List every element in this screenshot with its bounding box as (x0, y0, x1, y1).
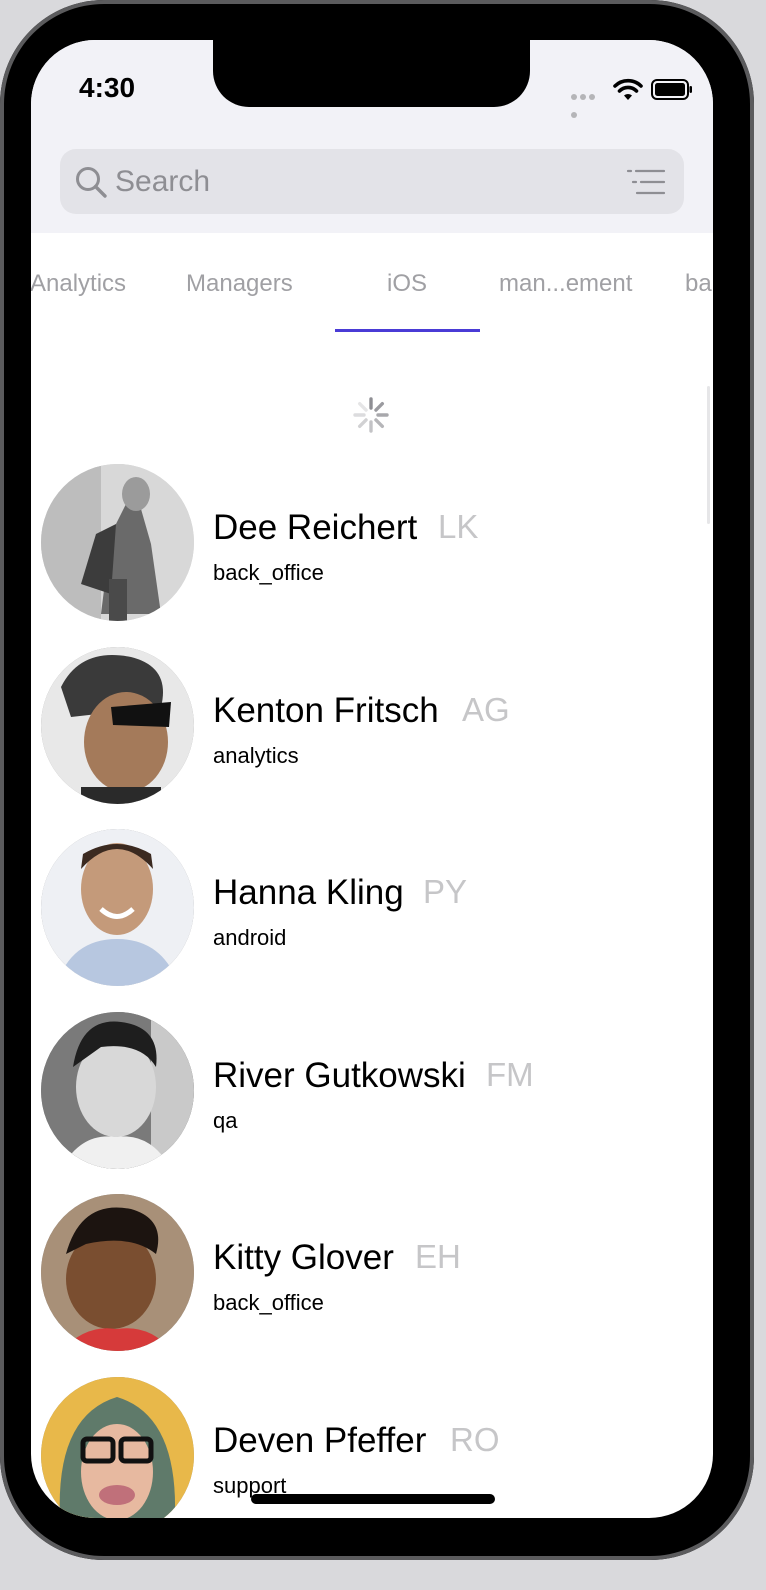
user-name: Hanna Kling (213, 873, 404, 912)
avatar (41, 829, 194, 986)
app-screen: 4:30 Search Analytics Managers iOS man..… (31, 40, 713, 1518)
avatar (41, 1377, 194, 1518)
avatar (41, 647, 194, 804)
filter-list-icon[interactable] (626, 167, 666, 197)
user-row[interactable]: Kitty Glover EH back_office (31, 1194, 713, 1354)
user-code: FM (486, 1056, 534, 1093)
user-code: LK (438, 508, 479, 545)
tab-managers[interactable]: Managers (186, 270, 293, 298)
user-row[interactable]: Hanna Kling PY android (31, 829, 713, 989)
wifi-icon (613, 78, 643, 100)
user-department: android (213, 925, 287, 950)
loading-spinner-icon (353, 397, 389, 433)
avatar (41, 464, 194, 621)
tab-back-office[interactable]: ba (685, 270, 712, 298)
status-time: 4:30 (79, 72, 136, 103)
user-department: back_office (213, 560, 324, 585)
tab-ios[interactable]: iOS (387, 270, 427, 298)
user-row[interactable]: Dee Reichert LK back_office (31, 464, 713, 624)
avatar (41, 1012, 194, 1169)
user-code: AG (462, 691, 510, 728)
user-name: River Gutkowski (213, 1056, 466, 1095)
search-bar[interactable] (60, 149, 684, 214)
user-row[interactable]: Kenton Fritsch AG analytics (31, 647, 713, 807)
tab-selected-indicator (335, 329, 480, 332)
user-name: Dee Reichert (213, 508, 418, 547)
search-input[interactable] (115, 149, 615, 214)
phone-frame: 4:30 Search Analytics Managers iOS man..… (0, 0, 754, 1560)
tab-management[interactable]: man...ement (499, 270, 632, 298)
user-code: PY (423, 873, 468, 910)
user-department: back_office (213, 1290, 324, 1315)
user-code: EH (415, 1238, 461, 1275)
user-code: RO (450, 1421, 500, 1458)
user-name: Deven Pfeffer (213, 1421, 427, 1460)
department-tabs: Analytics Managers iOS man...ement ba (31, 233, 713, 333)
tab-analytics[interactable]: Analytics (31, 270, 126, 298)
home-indicator[interactable] (251, 1494, 495, 1504)
user-name: Kenton Fritsch (213, 691, 439, 730)
search-icon (76, 167, 107, 198)
user-department: analytics (213, 743, 299, 768)
user-department: qa (213, 1108, 238, 1133)
user-name: Kitty Glover (213, 1238, 394, 1277)
signal-dots-icon (571, 94, 605, 118)
header-area: 4:30 (31, 40, 713, 233)
device-notch (213, 40, 530, 107)
user-row[interactable]: River Gutkowski FM qa (31, 1012, 713, 1172)
battery-icon (651, 79, 692, 100)
avatar (41, 1194, 194, 1351)
